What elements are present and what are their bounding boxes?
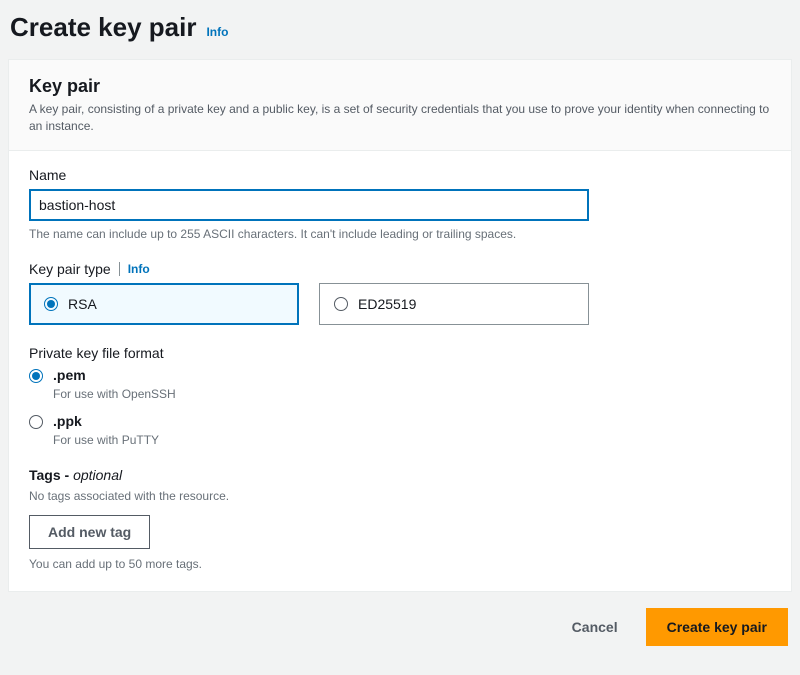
panel-description: A key pair, consisting of a private key … bbox=[29, 101, 771, 136]
file-format-options: .pem For use with OpenSSH .ppk For use w… bbox=[29, 367, 771, 447]
radio-icon bbox=[29, 369, 43, 383]
radio-icon bbox=[334, 297, 348, 311]
radio-text: .ppk For use with PuTTY bbox=[53, 413, 159, 447]
key-pair-type-options: RSA ED25519 bbox=[29, 283, 771, 325]
panel-body: Name The name can include up to 255 ASCI… bbox=[9, 151, 791, 591]
panel-title: Key pair bbox=[29, 76, 771, 97]
radio-icon bbox=[29, 415, 43, 429]
name-hint: The name can include up to 255 ASCII cha… bbox=[29, 227, 771, 241]
page-title: Create key pair bbox=[10, 12, 196, 43]
tags-label-prefix: Tags - bbox=[29, 467, 73, 483]
tags-label: Tags - optional bbox=[29, 467, 771, 483]
key-pair-panel: Key pair A key pair, consisting of a pri… bbox=[8, 59, 792, 592]
option-label: .pem bbox=[53, 367, 176, 384]
footer-actions: Cancel Create key pair bbox=[8, 608, 792, 646]
option-desc: For use with PuTTY bbox=[53, 433, 159, 447]
option-label: .ppk bbox=[53, 413, 159, 430]
tags-group: Tags - optional No tags associated with … bbox=[29, 467, 771, 503]
file-format-label: Private key file format bbox=[29, 345, 771, 361]
name-group: Name The name can include up to 255 ASCI… bbox=[29, 167, 771, 241]
tile-label: RSA bbox=[68, 296, 97, 312]
tags-limit: You can add up to 50 more tags. bbox=[29, 557, 771, 571]
add-tag-button[interactable]: Add new tag bbox=[29, 515, 150, 549]
radio-text: .pem For use with OpenSSH bbox=[53, 367, 176, 401]
key-pair-type-label-text: Key pair type bbox=[29, 261, 111, 277]
cancel-button[interactable]: Cancel bbox=[554, 611, 636, 643]
key-pair-type-rsa[interactable]: RSA bbox=[29, 283, 299, 325]
tags-empty: No tags associated with the resource. bbox=[29, 489, 771, 503]
create-key-pair-button[interactable]: Create key pair bbox=[646, 608, 788, 646]
radio-icon bbox=[44, 297, 58, 311]
panel-header: Key pair A key pair, consisting of a pri… bbox=[9, 60, 791, 151]
page-header: Create key pair Info bbox=[10, 12, 790, 43]
name-input[interactable] bbox=[29, 189, 589, 221]
file-format-pem[interactable]: .pem For use with OpenSSH bbox=[29, 367, 771, 401]
key-pair-type-label: Key pair type Info bbox=[29, 261, 771, 277]
tags-label-suffix: optional bbox=[73, 467, 122, 483]
label-divider bbox=[119, 262, 120, 276]
info-link-keytype[interactable]: Info bbox=[128, 262, 150, 276]
info-link-header[interactable]: Info bbox=[206, 25, 228, 39]
tile-label: ED25519 bbox=[358, 296, 416, 312]
file-format-ppk[interactable]: .ppk For use with PuTTY bbox=[29, 413, 771, 447]
key-pair-type-group: Key pair type Info RSA ED25519 bbox=[29, 261, 771, 325]
name-label: Name bbox=[29, 167, 771, 183]
file-format-group: Private key file format .pem For use wit… bbox=[29, 345, 771, 447]
key-pair-type-ed25519[interactable]: ED25519 bbox=[319, 283, 589, 325]
option-desc: For use with OpenSSH bbox=[53, 387, 176, 401]
